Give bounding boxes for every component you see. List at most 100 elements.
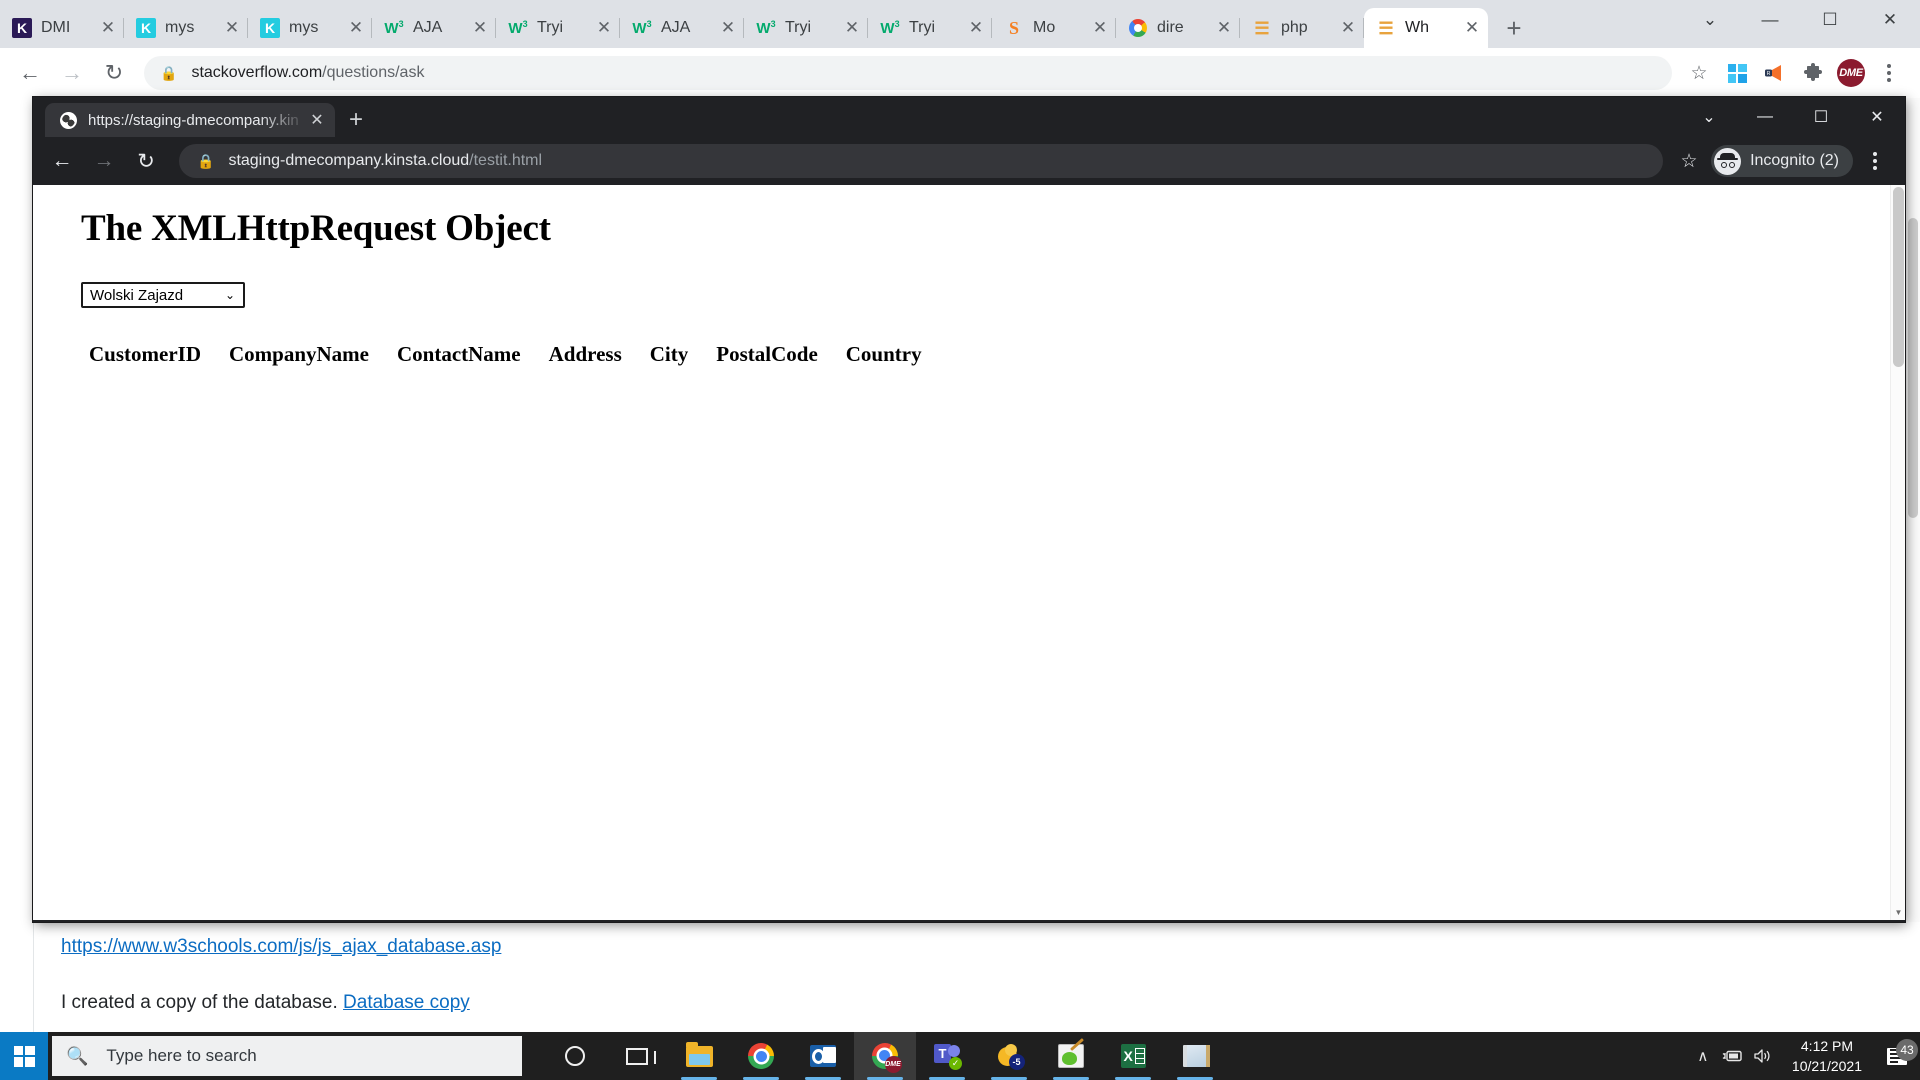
page-scrollbar[interactable]: ▲ ▼: [1890, 185, 1905, 920]
forward-button[interactable]: →: [87, 144, 121, 178]
volume-icon[interactable]: [1748, 1048, 1778, 1064]
scroll-down-arrow[interactable]: ▼: [1891, 905, 1905, 920]
close-window-button[interactable]: ✕: [1860, 0, 1920, 40]
cortana-icon[interactable]: [544, 1032, 606, 1080]
browser-tab[interactable]: W3 AJA ✕: [620, 8, 744, 48]
browser-tab[interactable]: W3 Tryi ✕: [496, 8, 620, 48]
task-view-icon[interactable]: [606, 1032, 668, 1080]
taskbar-search-input[interactable]: 🔍 Type here to search: [52, 1036, 522, 1076]
close-icon[interactable]: ✕: [470, 18, 490, 38]
database-copy-link[interactable]: Database copy: [343, 992, 470, 1013]
scrollbar-thumb[interactable]: [1908, 218, 1918, 518]
reload-button[interactable]: ↻: [96, 55, 132, 91]
excel-icon[interactable]: X: [1102, 1032, 1164, 1080]
forward-button[interactable]: →: [54, 55, 90, 91]
close-icon[interactable]: ✕: [222, 18, 242, 38]
close-icon[interactable]: ✕: [1214, 18, 1234, 38]
browser-tab[interactable]: W3 AJA ✕: [372, 8, 496, 48]
maximize-button[interactable]: ☐: [1800, 0, 1860, 40]
file-explorer-icon[interactable]: [668, 1032, 730, 1080]
browser-tab-active[interactable]: ☰ Wh ✕: [1364, 8, 1488, 48]
close-icon[interactable]: ✕: [307, 110, 327, 130]
address-host: stackoverflow.com: [191, 64, 323, 81]
php-icon: ☰: [1254, 18, 1270, 38]
question-paragraph: I created a copy of the database. Databa…: [61, 992, 470, 1014]
profile-avatar[interactable]: DME: [1832, 54, 1870, 92]
w3schools-icon: W3: [880, 19, 900, 37]
new-tab-button[interactable]: +: [1494, 8, 1534, 48]
browser-tab[interactable]: K DMI ✕: [0, 8, 124, 48]
megaphone-icon[interactable]: R: [1756, 54, 1794, 92]
incognito-tab[interactable]: https://staging-dmecompany.kin ✕: [45, 103, 335, 137]
tab-title: AJA: [413, 19, 443, 36]
address-host: staging-dmecompany.kinsta.cloud: [228, 152, 470, 169]
kinsta-dark-icon: K: [12, 18, 32, 38]
chrome-menu-icon[interactable]: [1857, 143, 1893, 179]
address-bar[interactable]: 🔒 staging-dmecompany.kinsta.cloud/testit…: [179, 144, 1664, 178]
close-icon[interactable]: ✕: [1462, 18, 1482, 38]
browser-tab[interactable]: W3 Tryi ✕: [744, 8, 868, 48]
lock-icon: 🔒: [197, 152, 215, 169]
tab-search-icon[interactable]: ⌄: [1681, 97, 1737, 137]
incognito-tabstrip: https://staging-dmecompany.kin ✕ + ⌄ — ☐…: [33, 97, 1905, 137]
clock[interactable]: 4:12 PM 10/21/2021: [1792, 1036, 1862, 1077]
battery-charging-icon[interactable]: [1718, 1049, 1748, 1063]
browser-tab[interactable]: K mys ✕: [248, 8, 372, 48]
close-icon[interactable]: ✕: [1090, 18, 1110, 38]
browser-tab[interactable]: ☰ php ✕: [1240, 8, 1364, 48]
back-button[interactable]: ←: [45, 144, 79, 178]
page-title: The XMLHttpRequest Object: [81, 208, 551, 249]
close-icon[interactable]: ✕: [98, 18, 118, 38]
chrome-icon[interactable]: [730, 1032, 792, 1080]
customer-select[interactable]: Wolski Zajazd ⌄: [81, 282, 245, 308]
table-header-cell: Country: [845, 342, 922, 366]
address-bar[interactable]: 🔒 stackoverflow.com/questions/ask: [144, 56, 1672, 90]
stackoverflow-page-content: https://www.w3schools.com/js/js_ajax_dat…: [0, 922, 1920, 1032]
tab-title: php: [1281, 19, 1308, 36]
close-icon[interactable]: ✕: [966, 18, 986, 38]
close-icon[interactable]: ✕: [346, 18, 366, 38]
close-icon[interactable]: ✕: [594, 18, 614, 38]
browser-tab[interactable]: S Mo ✕: [992, 8, 1116, 48]
chrome-dme-icon[interactable]: DME: [854, 1032, 916, 1080]
close-icon[interactable]: ✕: [718, 18, 738, 38]
incognito-profile-pill[interactable]: Incognito (2): [1711, 145, 1853, 177]
windows-start-icon[interactable]: [0, 1032, 48, 1080]
close-icon[interactable]: ✕: [842, 18, 862, 38]
outlook-icon[interactable]: [792, 1032, 854, 1080]
duck-icon[interactable]: -5: [978, 1032, 1040, 1080]
incognito-icon: [1714, 147, 1742, 175]
windows-icon[interactable]: [1718, 54, 1756, 92]
chrome-menu-icon[interactable]: [1870, 54, 1908, 92]
teams-icon[interactable]: T ✓: [916, 1032, 978, 1080]
incognito-toolbar: ← → ↻ 🔒 staging-dmecompany.kinsta.cloud /…: [33, 137, 1905, 185]
outer-page-scrollbar[interactable]: [1904, 98, 1920, 1022]
notepadpp-icon[interactable]: [1040, 1032, 1102, 1080]
tab-title: AJA: [661, 19, 691, 36]
maximize-button[interactable]: ☐: [1793, 97, 1849, 137]
bookmark-star-icon[interactable]: ☆: [1671, 143, 1707, 179]
browser-tab[interactable]: W3 Tryi ✕: [868, 8, 992, 48]
browser-tab[interactable]: dire ✕: [1116, 8, 1240, 48]
close-icon[interactable]: ✕: [1338, 18, 1358, 38]
bookmark-star-icon[interactable]: ☆: [1680, 54, 1718, 92]
paragraph-text: I created a copy of the database.: [61, 992, 338, 1013]
extensions-puzzle-icon[interactable]: [1794, 54, 1832, 92]
tab-title: https://staging-dmecompany.kin: [88, 111, 299, 129]
tab-search-icon[interactable]: ⌄: [1680, 0, 1740, 40]
customer-table-header-row: CustomerID CompanyName ContactName Addre…: [89, 342, 1905, 367]
back-button[interactable]: ←: [12, 55, 48, 91]
scrollbar-thumb[interactable]: [1893, 187, 1904, 367]
notification-center-icon[interactable]: 43: [1874, 1038, 1920, 1065]
notepad-icon[interactable]: [1164, 1032, 1226, 1080]
minimize-button[interactable]: —: [1737, 97, 1793, 137]
browser-tab[interactable]: K mys ✕: [124, 8, 248, 48]
w3schools-link[interactable]: https://www.w3schools.com/js/js_ajax_dat…: [61, 936, 501, 958]
minimize-button[interactable]: —: [1740, 0, 1800, 40]
reload-button[interactable]: ↻: [129, 144, 163, 178]
php-icon: ☰: [1378, 18, 1394, 38]
tray-overflow-icon[interactable]: ∧: [1688, 1047, 1718, 1065]
new-tab-button[interactable]: +: [335, 103, 377, 137]
close-window-button[interactable]: ✕: [1849, 97, 1905, 137]
kinsta-cyan-icon: K: [136, 18, 156, 38]
